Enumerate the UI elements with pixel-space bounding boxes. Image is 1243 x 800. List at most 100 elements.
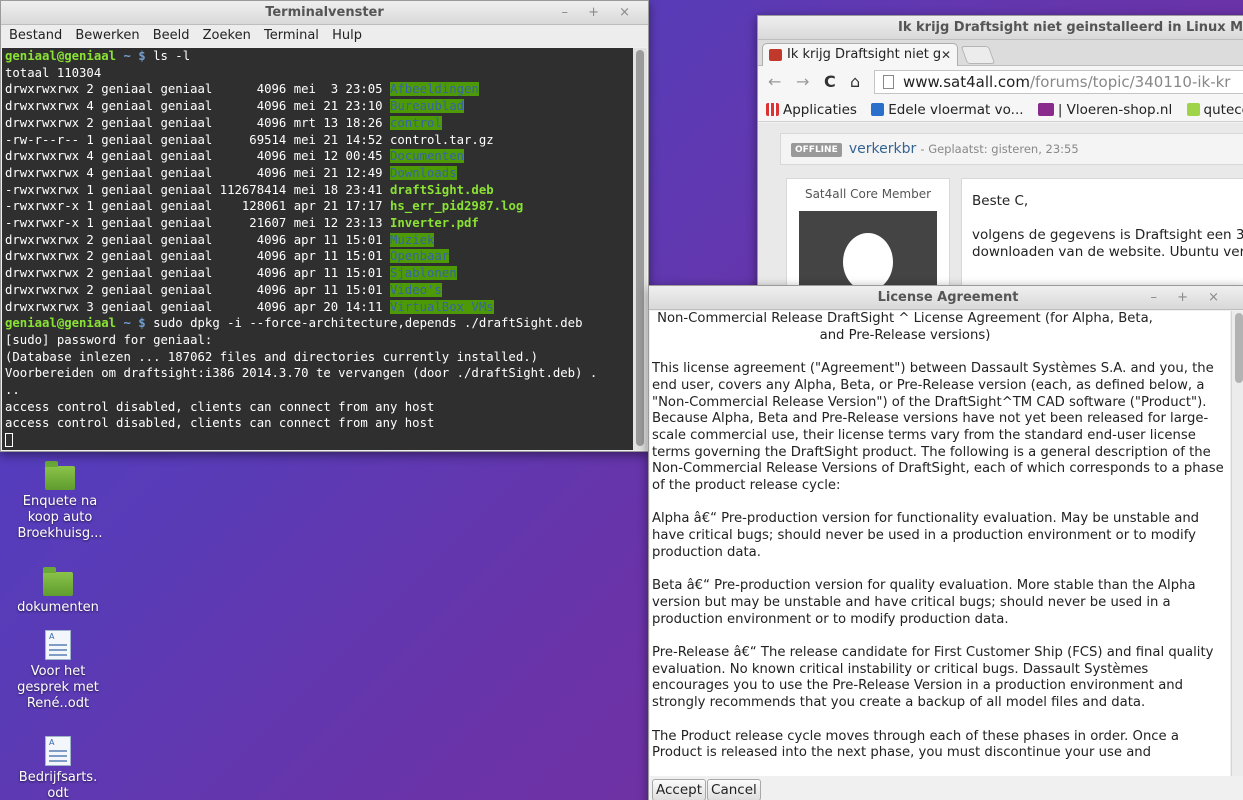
ls-row-meta: -rw-r--r-- 1 geniaal geniaal 69514 mei 2… [5, 132, 383, 147]
bookmark-label: | Vloeren-shop.nl [1057, 102, 1173, 118]
window-title: License Agreement [877, 290, 1019, 305]
bookmark-label: Edele vloermat vo... [888, 102, 1024, 118]
ls-row-name: Muziek [389, 232, 435, 247]
ls-row-name: Inverter.pdf [389, 216, 479, 231]
license-scrollbar[interactable] [1231, 311, 1243, 776]
url-host: www.sat4all.com [903, 73, 1030, 91]
bookmark-favicon-icon [871, 103, 885, 116]
tab-strip: Ik krijg Draftsight niet g ✕ [758, 40, 1243, 66]
prompt-user: geniaal@geniaal [5, 316, 117, 331]
ls-row: drwxrwxrwx 2 geniaal geniaal 4096 mrt 13… [5, 115, 630, 132]
bookmark-favicon-icon [1186, 103, 1200, 116]
ls-row-name: hs_err_pid2987.log [389, 199, 524, 214]
desktop-icon-label: Enquete na koop auto Broekhuisg... [17, 494, 103, 541]
ls-row-meta: drwxrwxrwx 2 geniaal geniaal 4096 apr 11… [5, 232, 383, 247]
ls-row-meta: drwxrwxrwx 4 geniaal geniaal 4096 mei 12… [5, 149, 383, 164]
desktop-icon-voor-het-gesprek[interactable]: A Voor het gesprek met René..odt [8, 630, 108, 712]
home-icon[interactable]: ⌂ [850, 72, 860, 91]
terminal-window[interactable]: Terminalvenster – + × Bestand Bewerken B… [0, 0, 649, 452]
tab-close-icon[interactable]: ✕ [941, 44, 951, 66]
folder-icon [45, 461, 75, 490]
output-line: access control disabled, clients can con… [5, 399, 435, 414]
bookmark-vloeren-shop[interactable]: | Vloeren-shop.nl [1037, 102, 1173, 118]
ls-row: drwxrwxrwx 4 geniaal geniaal 4096 mei 21… [5, 98, 630, 115]
menu-beeld[interactable]: Beeld [153, 28, 190, 43]
desktop-icon-dokumenten[interactable]: dokumenten [8, 567, 108, 616]
output-line: Voorbereiden om draftsight:i386 2014.3.7… [5, 366, 598, 381]
ls-row-meta: drwxrwxrwx 2 geniaal geniaal 4096 apr 11… [5, 249, 383, 264]
post-line: Beste C, [972, 193, 1029, 209]
ls-row-meta: drwxrwxrwx 2 geniaal geniaal 4096 apr 11… [5, 266, 383, 281]
license-paragraph: Alpha â€“ Pre-production version for fun… [652, 511, 1200, 560]
menu-zoeken[interactable]: Zoeken [203, 28, 251, 43]
license-buttons: Accept Cancel [652, 779, 762, 800]
bookmark-favicon-icon [1037, 103, 1054, 116]
terminal-cursor [5, 433, 13, 448]
window-controls[interactable]: – + × [561, 1, 638, 25]
bookmark-applicaties[interactable]: Applicaties [766, 102, 857, 118]
terminal-output[interactable]: geniaal@geniaal ~ $ ls -l totaal 110304 dr… [2, 48, 633, 450]
desktop-icon-enquete[interactable]: Enquete na koop auto Broekhuisg... [10, 461, 110, 542]
cancel-button[interactable]: Cancel [707, 779, 761, 800]
window-title: Ik krijg Draftsight niet geinstalleerd i… [898, 20, 1243, 35]
ls-row: -rw-r--r-- 1 geniaal geniaal 69514 mei 2… [5, 132, 630, 149]
reload-icon[interactable]: C [824, 72, 836, 91]
new-tab-button[interactable] [960, 46, 996, 64]
document-icon: A [45, 736, 71, 766]
license-text[interactable]: Non-Commercial Release DraftSight ^ Lice… [650, 311, 1230, 776]
output-line: access control disabled, clients can con… [5, 416, 435, 431]
post-author-link[interactable]: verkerkbr [849, 141, 916, 157]
post-meta: - Geplaatst: gisteren, 23:55 [920, 142, 1079, 156]
bookmark-label: Applicaties [783, 102, 857, 118]
browser-tab[interactable]: Ik krijg Draftsight niet g ✕ [762, 43, 958, 66]
menu-hulp[interactable]: Hulp [332, 28, 362, 43]
menu-bestand[interactable]: Bestand [9, 28, 62, 43]
ls-row-name: VirtualBox VMs [389, 299, 494, 314]
url-bar[interactable]: www.sat4all.com/forums/topic/340110-ik-k… [874, 70, 1243, 94]
bookmark-qutecc[interactable]: qutecc [1186, 102, 1243, 118]
ls-row-name: draftSight.deb [389, 182, 494, 197]
ls-row-meta: drwxrwxrwx 2 geniaal geniaal 4096 apr 11… [5, 282, 383, 297]
document-icon: A [45, 630, 71, 660]
ls-row: drwxrwxrwx 2 geniaal geniaal 4096 apr 11… [5, 232, 630, 249]
url-path: /forums/topic/340110-ik-kr [1029, 73, 1231, 91]
license-dialog[interactable]: License Agreement – + × Non-Commercial R… [648, 285, 1243, 800]
browser-toolbar: ← → C ⌂ www.sat4all.com/forums/topic/340… [758, 66, 1243, 98]
output-line: [sudo] password for geniaal: [5, 332, 213, 347]
ls-row-name: Documenten [389, 149, 465, 164]
ls-row: drwxrwxrwx 2 geniaal geniaal 4096 mei 3 … [5, 81, 630, 98]
ls-row: drwxrwxrwx 2 geniaal geniaal 4096 apr 11… [5, 282, 630, 299]
accept-button[interactable]: Accept [652, 779, 707, 800]
ls-row-name: Video's [389, 282, 442, 297]
ls-row: drwxrwxrwx 2 geniaal geniaal 4096 apr 11… [5, 248, 630, 265]
ls-row-meta: drwxrwxrwx 2 geniaal geniaal 4096 mrt 13… [5, 115, 383, 130]
favicon-icon [769, 49, 782, 61]
member-title: Sat4all Core Member [804, 187, 932, 201]
prompt-path: ~ [123, 316, 131, 331]
prompt-line: geniaal@geniaal ~ $ sudo dpkg -i --force… [5, 316, 583, 331]
menu-bewerken[interactable]: Bewerken [75, 28, 139, 43]
browser-titlebar[interactable]: Ik krijg Draftsight niet geinstalleerd i… [758, 16, 1243, 40]
forward-icon[interactable]: → [796, 72, 809, 91]
desktop-icon-bedrijfsarts[interactable]: A Bedrijfsarts. odt [8, 736, 108, 800]
ls-row: -rwxrwxrwx 1 geniaal geniaal 112678414 m… [5, 182, 630, 199]
page-icon [883, 75, 894, 89]
ls-row-name: Afbeeldingen [389, 82, 479, 97]
post-line: volgens de gegevens is Draftsight een 32… [972, 227, 1243, 243]
ls-row: drwxrwxrwx 2 geniaal geniaal 4096 apr 11… [5, 265, 630, 282]
terminal-titlebar[interactable]: Terminalvenster – + × [1, 1, 648, 25]
apps-grid-icon [766, 103, 779, 116]
ls-row-meta: -rwxrwxr-x 1 geniaal geniaal 21607 mei 1… [5, 216, 383, 231]
desktop-icon-label: dokumenten [17, 600, 99, 615]
license-titlebar[interactable]: License Agreement – + × [649, 286, 1243, 310]
ls-row: -rwxrwxr-x 1 geniaal geniaal 128061 apr … [5, 198, 630, 215]
bookmark-vloermat[interactable]: Edele vloermat vo... [871, 102, 1024, 118]
ls-listing: drwxrwxrwx 2 geniaal geniaal 4096 mei 3 … [5, 81, 630, 315]
back-icon[interactable]: ← [768, 72, 781, 91]
terminal-scrollbar[interactable] [633, 48, 647, 450]
ls-row: drwxrwxrwx 4 geniaal geniaal 4096 mei 21… [5, 165, 630, 182]
menu-terminal[interactable]: Terminal [264, 28, 319, 43]
ls-row-name: Sjablonen [389, 266, 457, 281]
window-controls[interactable]: – + × [1150, 286, 1227, 310]
ls-row-name: control.tar.gz [389, 132, 494, 147]
